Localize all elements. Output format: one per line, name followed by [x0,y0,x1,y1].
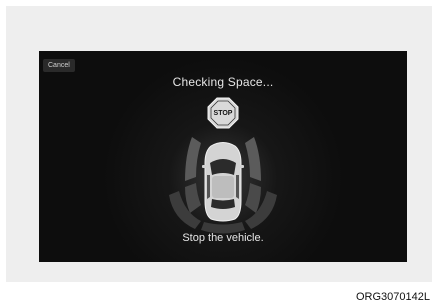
sensor-zone-rear-right [245,183,261,213]
image-reference-code: ORG3070142L [356,291,430,303]
instruction-message: Stop the vehicle. [182,232,264,244]
parking-assist-screen: Cancel Checking Space... STOP Stop the v… [39,51,407,262]
parking-sensor-zones [169,137,277,234]
sensor-zone-front-left [185,137,201,181]
sensor-zone-front-right [245,137,261,181]
sensor-zone-rear-left [185,183,201,213]
car-topview-icon [202,142,244,222]
